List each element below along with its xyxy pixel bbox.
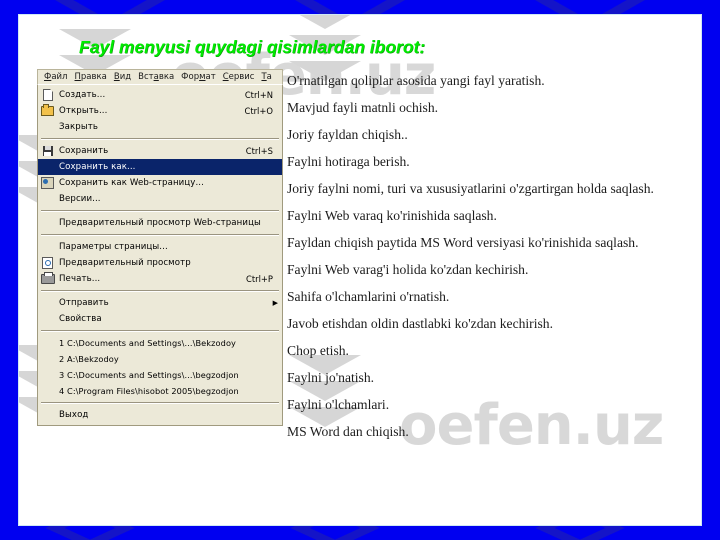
menu-item-shortcut: Ctrl+P — [246, 274, 273, 284]
print-preview-icon — [38, 256, 57, 271]
menu-item-label: Открыть... — [59, 106, 108, 116]
menu-item[interactable]: Свойства — [38, 311, 282, 327]
description-line: Faylni Web varag'i holida ko'zdan kechir… — [287, 262, 529, 277]
description-line: O'rnatilgan qoliplar asosida yangi fayl … — [287, 73, 545, 88]
menu-item-icon-slot — [38, 296, 57, 311]
menubar-item-1[interactable]: Правка — [72, 71, 111, 84]
description-list: O'rnatilgan qoliplar asosida yangi fayl … — [287, 73, 683, 440]
menu-item-label: Выход — [59, 410, 89, 420]
printer-icon — [40, 272, 55, 284]
menu-item-icon-slot — [38, 216, 57, 231]
menu-item[interactable]: Открыть... Ctrl+O — [38, 103, 282, 119]
menubar-item-0[interactable]: Файл — [41, 71, 72, 84]
menu-item[interactable]: Предварительный просмотр Web-страницы — [38, 215, 282, 231]
menu-item[interactable]: Закрыть — [38, 119, 282, 135]
print-preview-icon — [42, 257, 53, 269]
menubar-item-2[interactable]: Вид — [111, 71, 135, 84]
menu-item[interactable]: Отправить ▶ — [38, 295, 282, 311]
menu-item[interactable]: Печать... Ctrl+P — [38, 271, 282, 287]
menu-item-label: Предварительный просмотр Web-страницы — [59, 218, 261, 228]
menu-item-label: Печать... — [59, 274, 101, 284]
description-line: Chop etish. — [287, 343, 349, 358]
menu-item[interactable]: Создать... Ctrl+N — [38, 87, 282, 103]
description-line: Faylni o'lchamlari. — [287, 397, 390, 412]
menu-separator — [41, 402, 279, 404]
new-document-icon — [42, 89, 53, 101]
menu-item[interactable]: Сохранить Ctrl+S — [38, 143, 282, 159]
menu-item-label: Параметры страницы... — [59, 242, 168, 252]
description-line: Javob etishdan oldin dastlabki ko'zdan k… — [287, 316, 553, 331]
save-disk-icon — [42, 146, 53, 156]
save-web-icon — [38, 176, 57, 191]
description-line: Faylni jo'natish. — [287, 370, 375, 385]
menu-item-label: Сохранить как Web-страницу... — [59, 178, 204, 188]
menu-item[interactable]: Версии... — [38, 191, 282, 207]
description-line: MS Word dan chiqish. — [287, 424, 409, 439]
menu-item-icon-slot — [38, 240, 57, 255]
menu-item-icon-slot — [38, 336, 57, 351]
menu-item-label: Предварительный просмотр — [59, 258, 191, 268]
menu-item-icon-slot — [38, 192, 57, 207]
menu-separator — [41, 330, 279, 332]
menu-item-icon-slot — [38, 368, 57, 383]
menu-item-icon-slot — [38, 312, 57, 327]
menu-item-shortcut: Ctrl+S — [245, 146, 273, 156]
printer-icon — [38, 272, 57, 287]
menu-item-label: 2 A:\Bekzodoy — [59, 354, 119, 364]
word-menu-window: Файл Правка Вид Вставка Формат Сервис Та Созда… — [37, 69, 283, 426]
menubar-item-4[interactable]: Формат — [178, 71, 220, 84]
description-line: Faylni hotiraga berish. — [287, 154, 410, 169]
save-web-icon — [41, 177, 54, 189]
menubar-item-5[interactable]: Сервис — [220, 71, 259, 84]
open-folder-icon — [41, 104, 54, 116]
menu-item-icon-slot — [38, 408, 57, 423]
menu-item-label: 4 C:\Program Files\hisobot 2005\begzodjo… — [59, 386, 239, 396]
file-menu-dropdown[interactable]: Создать... Ctrl+N Открыть... Ctrl+O Закрыть С… — [37, 84, 283, 426]
menu-item-label: 3 C:\Documents and Settings\...\begzodjo… — [59, 370, 239, 380]
menu-item-icon-slot — [38, 120, 57, 135]
menu-item-label: 1 C:\Documents and Settings\...\Bekzodoy — [59, 338, 236, 348]
menu-item-label: Сохранить — [59, 146, 109, 156]
submenu-arrow-icon: ▶ — [272, 298, 278, 307]
menu-item-shortcut: Ctrl+N — [244, 90, 273, 100]
menu-item-label: Версии... — [59, 194, 101, 204]
menu-item[interactable]: Выход — [38, 407, 282, 423]
page-title: Fayl menyusi quydagi qisimlardan iborot: — [79, 37, 426, 57]
menu-item-label: Закрыть — [59, 122, 98, 132]
menu-item-shortcut: Ctrl+O — [244, 106, 273, 116]
menu-bar[interactable]: Файл Правка Вид Вставка Формат Сервис Та — [37, 69, 283, 84]
menu-item[interactable]: 4 C:\Program Files\hisobot 2005\begzodjo… — [38, 383, 282, 399]
menubar-item-6[interactable]: Та — [258, 71, 275, 84]
open-folder-icon — [38, 104, 57, 119]
menubar-item-3[interactable]: Вставка — [135, 71, 178, 84]
slide-canvas: oefen.uz oefen.uz Fayl menyusi quydagi q… — [18, 14, 702, 526]
description-line: Mavjud fayli matnli ochish. — [287, 100, 439, 115]
description-line: Sahifa o'lchamlarini o'rnatish. — [287, 289, 450, 304]
description-line: Joriy fayldan chiqish.. — [287, 127, 408, 142]
new-document-icon — [38, 88, 57, 103]
menu-separator — [41, 290, 279, 292]
menu-item[interactable]: Предварительный просмотр — [38, 255, 282, 271]
menu-item-label: Отправить — [59, 298, 109, 308]
menu-item-label: Создать... — [59, 90, 106, 100]
save-disk-icon — [38, 144, 57, 159]
description-line: Faylni Web varaq ko'rinishida saqlash. — [287, 208, 497, 223]
description-line: Joriy faylni nomi, turi va xususiyatlari… — [287, 181, 654, 196]
menu-item[interactable]: Параметры страницы... — [38, 239, 282, 255]
menu-item[interactable]: 2 A:\Bekzodoy — [38, 351, 282, 367]
menu-separator — [41, 138, 279, 140]
menu-separator — [41, 210, 279, 212]
menu-item[interactable]: 1 C:\Documents and Settings\...\Bekzodoy — [38, 335, 282, 351]
menu-item-icon-slot — [38, 384, 57, 399]
menu-item-label: Свойства — [59, 314, 102, 324]
menu-item-label: Сохранить как... — [59, 162, 136, 172]
menu-item[interactable]: Сохранить как Web-страницу... — [38, 175, 282, 191]
menu-separator — [41, 234, 279, 236]
menu-item-icon-slot — [38, 352, 57, 367]
menu-item-icon-slot — [38, 160, 57, 175]
description-line: Fayldan chiqish paytida MS Word versiyas… — [287, 235, 639, 250]
menu-item[interactable]: Сохранить как... — [38, 159, 282, 175]
menu-item[interactable]: 3 C:\Documents and Settings\...\begzodjo… — [38, 367, 282, 383]
